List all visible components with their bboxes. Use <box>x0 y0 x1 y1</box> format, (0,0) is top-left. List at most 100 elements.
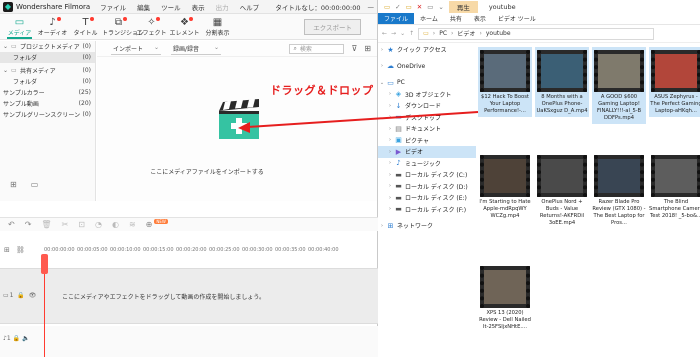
tool-element[interactable]: ❖ エレメント <box>168 17 201 39</box>
properties-icon[interactable]: ✓ <box>395 3 400 11</box>
nav-item[interactable]: › ♪ ミュージック <box>378 158 476 170</box>
expand-arrow-icon[interactable]: › <box>386 195 394 201</box>
tool-text[interactable]: T タイトル <box>69 17 102 39</box>
path-segment[interactable]: ビデオ <box>457 29 475 38</box>
video-file[interactable]: 8 Months with a OnePlus Phone-UaKSxguz D… <box>535 47 589 117</box>
nav-item[interactable]: › ▬ ローカル ディスク (D:) <box>378 181 476 193</box>
nav-item[interactable]: › ◈ 3D オブジェクト <box>378 89 476 101</box>
nav-item[interactable]: › ▶ ビデオ <box>378 146 476 158</box>
back-icon[interactable]: ← <box>382 30 387 37</box>
nav-item[interactable]: › ⊞ ネットワーク <box>378 220 476 232</box>
nav-item[interactable]: › ▬ デスクトップ <box>378 112 476 124</box>
folder-icon[interactable]: ▭ <box>31 180 39 189</box>
ribbon-tab[interactable]: 表示 <box>468 13 492 24</box>
chevron-down-icon[interactable]: ⌄ <box>3 67 11 74</box>
path-separator-icon[interactable]: › <box>479 30 481 37</box>
library-item[interactable]: フォルダ (0) <box>0 52 95 63</box>
expand-arrow-icon[interactable]: › <box>386 137 394 143</box>
tool-effect[interactable]: ✧ エフェクト <box>135 17 168 39</box>
video-file[interactable]: XPS 13 (2020) Review - Dell Nailed It-25… <box>478 263 532 333</box>
export-button[interactable]: エクスポート <box>304 19 361 35</box>
tool-transition[interactable]: ⧉ トランジション <box>102 17 144 39</box>
menu-item[interactable]: 出力 <box>216 4 229 12</box>
path-segment[interactable]: youtube <box>486 30 511 37</box>
menu-item[interactable]: ヘルプ <box>240 4 260 12</box>
audio-icon[interactable]: ≋ <box>129 220 136 229</box>
motion-icon[interactable]: ⊕ <box>146 220 153 229</box>
menu-item[interactable]: 表示 <box>192 4 205 12</box>
video-track-controls[interactable]: ▭1 🔒 👁 <box>3 292 37 299</box>
expand-arrow-icon[interactable]: › <box>386 91 394 97</box>
path-separator-icon[interactable]: › <box>433 30 435 37</box>
menu-item[interactable]: ツール <box>161 4 181 12</box>
menu-item[interactable]: 編集 <box>137 4 150 12</box>
color-icon[interactable]: ◐ <box>112 220 119 229</box>
nav-item[interactable]: › ★ クイック アクセス <box>378 44 476 56</box>
quick-access-toolbar-icon[interactable]: ▭ <box>384 3 390 11</box>
audio-track[interactable]: ♪1 🔒 🔈 <box>0 326 378 357</box>
ribbon-tab[interactable]: ビデオ ツール <box>492 13 542 24</box>
expand-arrow-icon[interactable]: ⌄ <box>378 80 386 86</box>
video-file[interactable]: A GOOD $600 Gaming Laptop! FINALLY!!!-al… <box>592 47 646 124</box>
video-file[interactable]: I'm Starting to Hate Apple-mdRpqWY WCZg.… <box>478 152 532 222</box>
library-item[interactable]: ⌄ ▭ 共有メディア (0) <box>0 65 95 76</box>
nav-item[interactable]: › ▤ ドキュメント <box>378 123 476 135</box>
ribbon-tab[interactable]: ホーム <box>414 13 444 24</box>
link-icon[interactable]: ⛓ <box>16 246 25 254</box>
delete-icon[interactable]: 🗑 <box>41 220 51 229</box>
up-icon[interactable]: ↑ <box>409 30 414 37</box>
forward-icon[interactable]: → <box>391 30 396 37</box>
expand-arrow-icon[interactable]: › <box>378 223 386 229</box>
chevron-down-icon[interactable]: ⌄ <box>3 43 11 50</box>
expand-arrow-icon[interactable]: › <box>386 103 394 109</box>
grid-view-icon[interactable]: ⊞ <box>364 44 371 53</box>
tool-folder[interactable]: ▭ メディア <box>3 17 36 39</box>
expand-arrow-icon[interactable]: › <box>378 63 386 69</box>
clapperboard-import-icon[interactable] <box>217 99 263 141</box>
expand-arrow-icon[interactable]: › <box>386 160 394 166</box>
close-x-icon[interactable]: ✕ <box>417 3 422 11</box>
nav-item[interactable]: › ▬ ローカル ディスク (C:) <box>378 169 476 181</box>
record-dropdown[interactable]: 録画/録音 ⌄ <box>171 43 221 55</box>
expand-arrow-icon[interactable]: › <box>378 47 386 53</box>
video-file[interactable]: Razer Blade Pro Review (GTX 1080) - The … <box>592 152 646 229</box>
expand-arrow-icon[interactable]: › <box>386 206 394 212</box>
nav-item[interactable]: ⌄ ▭ PC <box>378 77 476 89</box>
crop-icon[interactable]: ⊡ <box>78 220 85 229</box>
import-dropdown[interactable]: インポート ⌄ <box>111 43 161 55</box>
tool-split[interactable]: ▦ 分割表示 <box>201 17 234 39</box>
expand-arrow-icon[interactable]: › <box>386 126 394 132</box>
speed-icon[interactable]: ◔ <box>95 220 102 229</box>
rename-icon[interactable]: ▭ <box>427 3 433 11</box>
tool-music[interactable]: ♪ オーディオ <box>36 17 69 39</box>
add-folder-icon[interactable]: ⊞ <box>10 180 17 189</box>
nav-item[interactable]: › ▬ ローカル ディスク (E:) <box>378 192 476 204</box>
library-item[interactable]: フォルダ (0) <box>0 76 95 87</box>
ribbon-tab[interactable]: ファイル <box>378 13 415 24</box>
expand-arrow-icon[interactable]: › <box>386 172 394 178</box>
video-file[interactable]: OnePlus Nord + Buds - Value Returns!-AKF… <box>535 152 589 229</box>
minimize-icon[interactable]: — <box>368 3 375 11</box>
nav-item[interactable]: › ↓ ダウンロード <box>378 100 476 112</box>
library-item[interactable]: ⌄ ▭ プロジェクトメディア (0) <box>0 41 95 52</box>
undo-icon[interactable]: ↶ <box>8 220 15 229</box>
path-separator-icon[interactable]: › <box>451 30 453 37</box>
expand-arrow-icon[interactable]: › <box>386 183 394 189</box>
audio-track-controls[interactable]: ♪1 🔒 🔈 <box>3 335 29 342</box>
path-segment[interactable]: PC <box>439 30 447 37</box>
video-file[interactable]: The Blind Smartphone Camera Test 2018! _… <box>649 152 700 222</box>
redo-icon[interactable]: ↷ <box>25 220 32 229</box>
library-item[interactable]: サンプルグリーンスクリーン (0) <box>0 109 95 120</box>
add-track-icon[interactable]: ⊞ <box>4 246 10 254</box>
cut-icon[interactable]: ✂ <box>62 220 69 229</box>
nav-item[interactable]: › ▣ ピクチャ <box>378 135 476 147</box>
playhead-handle[interactable] <box>41 254 48 274</box>
history-icon[interactable]: ⌄ <box>400 30 405 37</box>
expand-arrow-icon[interactable]: › <box>386 114 394 120</box>
path-box[interactable]: ▭ › PC › ビデオ › youtube <box>418 27 655 40</box>
search-input[interactable]: ⌕ 検索 <box>289 43 345 54</box>
nav-item[interactable]: › ☁ OneDrive <box>378 61 476 73</box>
nav-item[interactable]: › ▬ ローカル ディスク (F:) <box>378 204 476 216</box>
filter-icon[interactable]: ⊽ <box>351 44 357 53</box>
library-item[interactable]: サンプルカラー (25) <box>0 87 95 98</box>
